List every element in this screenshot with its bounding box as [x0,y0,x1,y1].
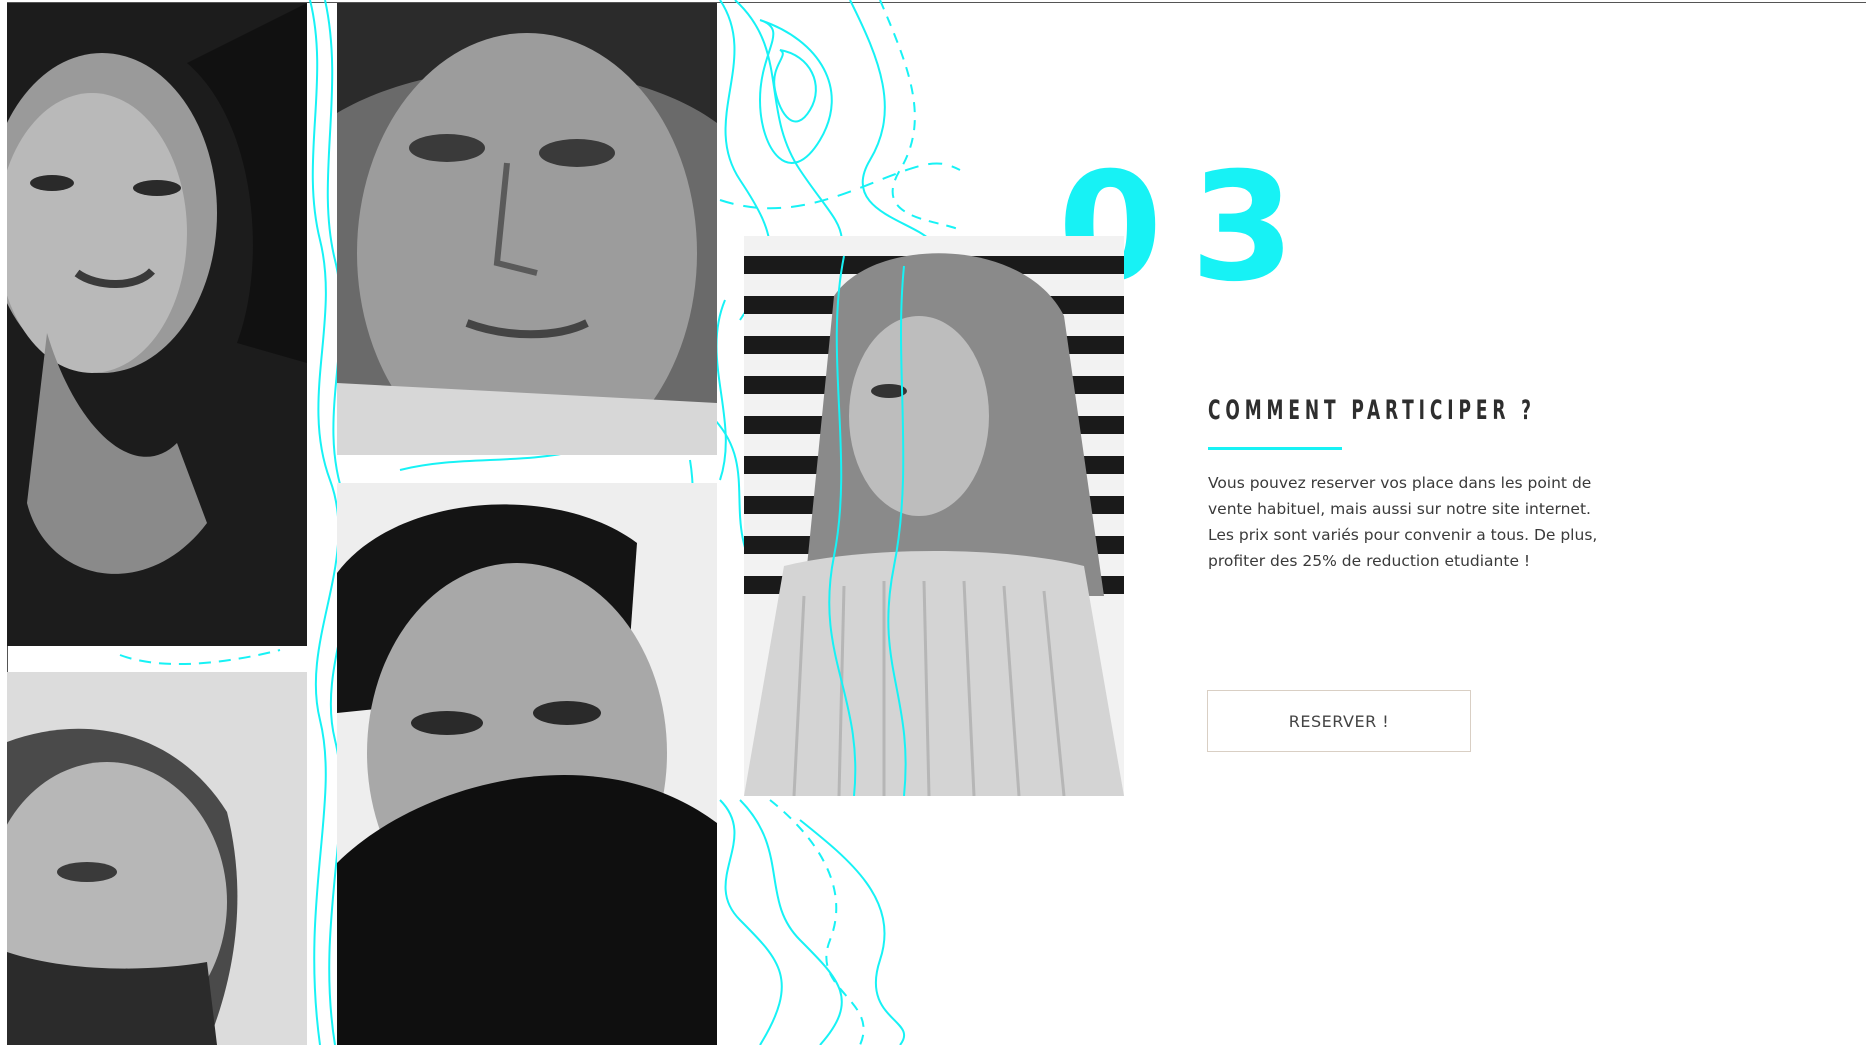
reserve-button[interactable]: RESERVER ! [1207,690,1471,752]
description-paragraph: Les prix sont variés pour convenir a tou… [1208,526,1598,570]
section-heading: Comment participer ? [1208,395,1536,426]
portrait-photo-man-scarf [337,483,717,1045]
heading-underline [1208,447,1342,450]
description-paragraph: Vous pouvez reserver vos place dans les … [1208,474,1592,518]
portrait-photo-man-closeup [337,3,717,455]
section-description: Vous pouvez reserver vos place dans les … [1208,470,1638,574]
portrait-photo-woman-dark [7,3,307,646]
portrait-photo-woman-sweater [744,236,1124,796]
portrait-photo-man-beard [7,672,307,1045]
